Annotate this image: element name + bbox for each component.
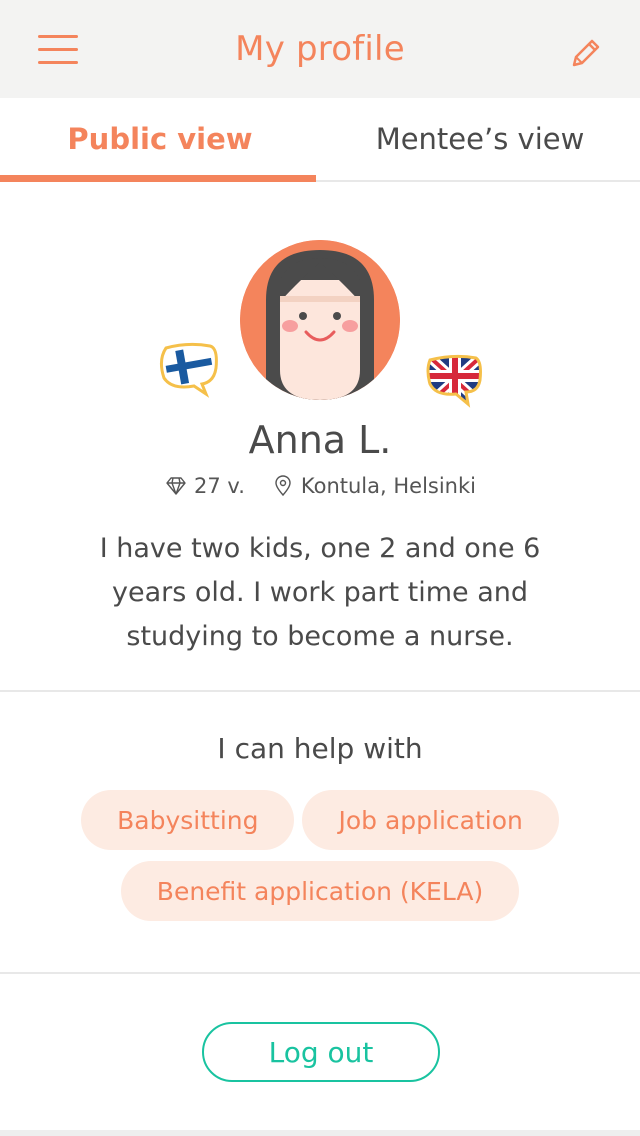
profile-name: Anna L. (248, 418, 392, 462)
help-section-title: I can help with (217, 732, 423, 765)
tab-label: Mentee’s view (375, 122, 585, 156)
help-tags: Babysitting Job application Benefit appl… (60, 790, 580, 921)
profile-meta: 27 v. Kontula, Helsinki (0, 474, 640, 498)
divider (0, 690, 640, 692)
page-title: My profile (235, 29, 405, 69)
top-bar: My profile (0, 0, 640, 98)
tab-mentees-view[interactable]: Mentee’s view (320, 98, 640, 180)
bottom-edge (0, 1130, 640, 1136)
tab-public-view[interactable]: Public view (0, 98, 320, 180)
active-tab-indicator (0, 175, 316, 182)
diamond-icon (164, 474, 188, 498)
pencil-icon[interactable] (568, 35, 604, 71)
finland-flag-icon (158, 342, 220, 398)
profile-bio: I have two kids, one 2 and one 6 years o… (99, 533, 541, 652)
logout-button[interactable]: Log out (202, 1022, 440, 1082)
app: My profile Public view Mentee’s view Ann… (0, 0, 640, 1136)
uk-flag-icon (424, 352, 486, 408)
help-tag: Benefit application (KELA) (120, 861, 520, 921)
location-pin-icon (271, 474, 295, 498)
divider (0, 972, 640, 974)
help-tag: Babysitting (81, 790, 295, 850)
tab-label: Public view (67, 122, 253, 156)
avatar (240, 240, 400, 400)
profile-age: 27 v. (194, 474, 245, 498)
profile-location: Kontula, Helsinki (300, 474, 476, 498)
view-tabs: Public view Mentee’s view (0, 98, 640, 182)
help-tag: Job application (302, 790, 559, 850)
hamburger-menu-icon[interactable] (38, 33, 78, 65)
